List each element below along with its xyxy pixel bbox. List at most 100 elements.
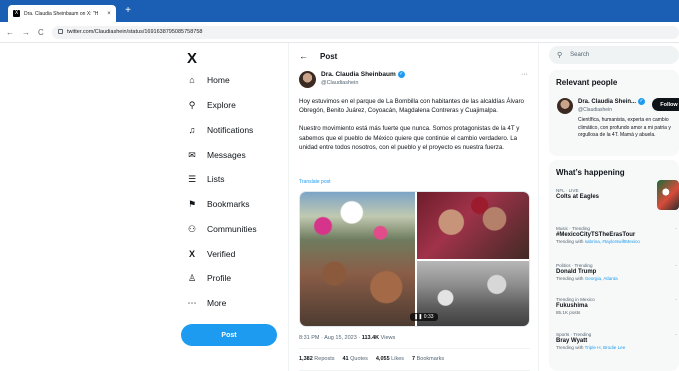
bell-icon: ♫	[188, 125, 196, 135]
url-input[interactable]: twitter.com/Claudiashein/status/16916387…	[52, 26, 679, 39]
media-image[interactable]	[417, 192, 529, 259]
home-icon: ⌂	[189, 75, 195, 85]
nav-item-more[interactable]: ⋯ More	[186, 294, 227, 312]
post-time[interactable]: 8:31 PM · Aug 15, 2023 ·	[299, 335, 360, 341]
trend-subtitle: 85.1K posts	[556, 310, 581, 315]
video-duration-badge: ❚❚ 0:33	[410, 313, 438, 321]
post-stats: 1,382 Reposts 41 Quotes 4,055 Likes 7 Bo…	[299, 356, 444, 362]
reposts-stat[interactable]: 1,382 Reposts	[299, 356, 334, 362]
author-handle[interactable]: @Claudiashein	[321, 80, 358, 86]
trend-sub-link[interactable]: Georgia, Atlanta	[585, 276, 618, 281]
trend-title: Bray Wyatt	[556, 338, 588, 344]
nav-item-messages[interactable]: ✉ Messages	[186, 146, 246, 164]
new-tab-icon[interactable]: +	[123, 6, 133, 16]
tab-close-icon[interactable]: ×	[105, 11, 113, 17]
trend-sub-text: Trending with	[556, 276, 585, 281]
list-icon: ☰	[187, 173, 197, 184]
panel-title: Relevant people	[556, 78, 618, 87]
nav-item-profile[interactable]: ♙ Profile	[186, 269, 231, 287]
x-verified-icon: X	[188, 249, 195, 259]
trend-subtitle: Trending with Triple H, Brodie Lee	[556, 345, 678, 350]
post-header: ← Post	[299, 51, 337, 61]
avatar[interactable]	[557, 98, 573, 114]
whats-happening-panel: What’s happening NFL · LIVE Colts at Eag…	[549, 160, 679, 371]
nav-item-notifications[interactable]: ♫ Notifications	[186, 121, 254, 139]
nav-label: Home	[207, 75, 230, 85]
media-image[interactable]	[300, 192, 415, 326]
nav-label: Explore	[207, 100, 236, 110]
nav-item-lists[interactable]: ☰ Lists	[186, 170, 225, 188]
bookmarks-stat[interactable]: 7 Bookmarks	[412, 356, 444, 362]
more-options-icon[interactable]: ·	[675, 332, 677, 338]
bookmarks-count: 7	[412, 356, 416, 362]
author-name[interactable]: Dra. Claudia Sheinbaum ✓	[321, 71, 405, 78]
nav-label: Verified	[207, 249, 236, 259]
forward-arrow-icon[interactable]: →	[22, 28, 30, 37]
nav-label: Communities	[207, 224, 257, 234]
person-name-text: Dra. Claudia Shein...	[578, 98, 637, 105]
relevant-people-panel: Relevant people Dra. Claudia Shein... ✓ …	[549, 70, 679, 156]
trend-category: Politics · Trending	[556, 263, 593, 268]
trend-item[interactable]: Sports · Trending Bray Wyatt Trending wi…	[556, 332, 678, 350]
media-grid	[299, 191, 530, 327]
trend-sub-link[interactable]: Triple H, Brodie Lee	[585, 345, 626, 350]
more-options-icon[interactable]: ···	[521, 71, 528, 78]
trend-item[interactable]: Politics · Trending Donald Trump Trendin…	[556, 263, 678, 281]
address-bar: ← → C twitter.com/Claudiashein/status/16…	[0, 22, 679, 43]
trend-sub-text: Trending with	[556, 345, 585, 350]
panel-title: What’s happening	[556, 168, 625, 177]
nav-label: Lists	[207, 174, 225, 184]
more-options-icon[interactable]: ·	[675, 226, 677, 232]
browser-tab[interactable]: X Dra. Claudia Sheinbaum on X: "H ×	[8, 5, 116, 22]
trend-category: Trending in Mexico	[556, 297, 595, 302]
nav-item-verified[interactable]: X Verified	[186, 245, 235, 263]
reposts-label: Reposts	[314, 356, 335, 362]
nav-item-bookmarks[interactable]: ⚑ Bookmarks	[186, 195, 250, 213]
nav-item-communities[interactable]: ⚇ Communities	[186, 220, 257, 238]
trend-title: Donald Trump	[556, 269, 597, 275]
author-avatar[interactable]	[299, 71, 316, 88]
verified-badge-icon: ✓	[397, 71, 405, 78]
tab-title: Dra. Claudia Sheinbaum on X: "H	[24, 10, 99, 17]
x-logo-icon[interactable]: X	[187, 50, 197, 67]
more-circle-icon: ⋯	[187, 297, 197, 308]
trend-sub-link[interactable]: sabrina, #taylorswiftMexico	[585, 239, 640, 244]
person-name[interactable]: Dra. Claudia Shein... ✓	[578, 98, 646, 105]
divider	[299, 348, 530, 349]
follow-button[interactable]: Follow	[652, 98, 679, 111]
author-name-text: Dra. Claudia Sheinbaum	[321, 71, 396, 78]
trend-sub-text: Trending with	[556, 239, 585, 244]
nav-label: Notifications	[207, 125, 254, 135]
more-options-icon[interactable]: ·	[675, 263, 677, 269]
back-arrow-icon[interactable]: ←	[6, 28, 14, 37]
nav-label: Messages	[207, 150, 246, 160]
person-bio: Científica, humanista, experta en cambio…	[578, 117, 671, 138]
quotes-stat[interactable]: 41 Quotes	[342, 356, 367, 362]
quotes-label: Quotes	[350, 356, 368, 362]
back-arrow-icon[interactable]: ←	[299, 51, 308, 61]
person-icon: ♙	[187, 272, 197, 283]
trend-item[interactable]: Music · Trending #MexicoCityTSTheErasTou…	[556, 226, 678, 244]
person-handle[interactable]: @Claudiashein	[578, 107, 612, 113]
tweet-paragraph: Hoy estuvimos en el parque de La Bombill…	[299, 98, 524, 115]
trend-item[interactable]: Trending in Mexico Fukushima 85.1K posts	[556, 297, 678, 315]
search-icon: ⚲	[557, 52, 563, 59]
translate-link[interactable]: Translate post	[299, 179, 331, 185]
nav-item-explore[interactable]: ⚲ Explore	[186, 96, 236, 114]
trend-category: Music · Trending	[556, 226, 590, 231]
likes-count: 4,055	[375, 356, 390, 362]
bookmarks-label: Bookmarks	[416, 356, 445, 362]
reload-icon[interactable]: C	[38, 28, 44, 37]
search-input[interactable]: ⚲ Search	[549, 46, 679, 64]
nav-label: Bookmarks	[207, 199, 250, 209]
bookmark-icon: ⚑	[187, 198, 197, 209]
post-button[interactable]: Post	[181, 324, 277, 346]
views-label: Views	[380, 335, 396, 341]
nav-item-home[interactable]: ⌂ Home	[186, 71, 230, 89]
likes-stat[interactable]: 4,055 Likes	[376, 356, 404, 362]
trend-thumbnail[interactable]	[657, 180, 679, 210]
lock-icon	[58, 29, 63, 34]
more-options-icon[interactable]: ·	[675, 297, 677, 303]
reposts-count: 1,382	[299, 356, 313, 362]
quotes-count: 41	[342, 356, 349, 362]
